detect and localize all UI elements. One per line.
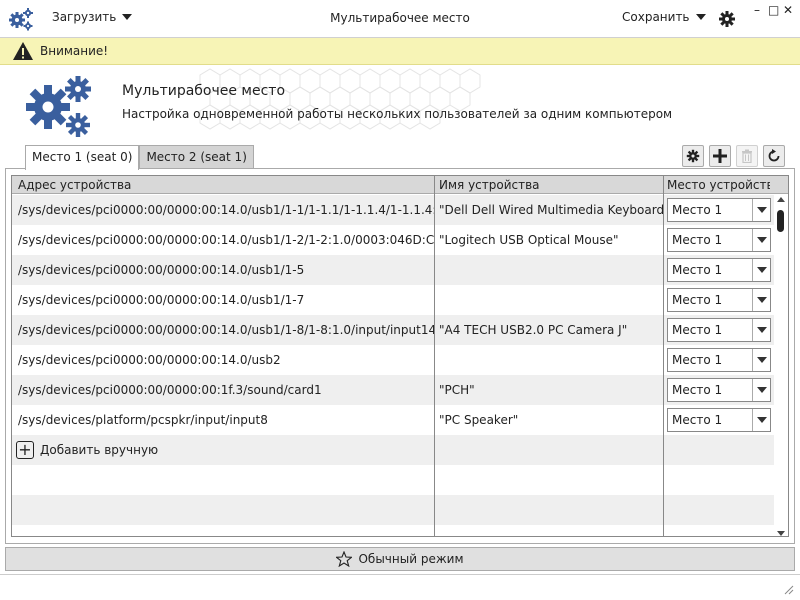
device-name: "PC Speaker": [439, 413, 519, 427]
chevron-down-icon: [752, 199, 770, 221]
empty-row: [12, 465, 774, 495]
scroll-up-icon[interactable]: [777, 197, 785, 202]
device-name: "A4 TECH USB2.0 PC Camera J": [439, 323, 628, 337]
page-header: Мультирабочее место Настройка одновремен…: [0, 65, 800, 145]
table-row[interactable]: /sys/devices/pci0000:00/0000:00:14.0/usb…: [12, 225, 774, 255]
normal-mode-label: Обычный режим: [358, 552, 464, 566]
page-subtitle: Настройка одновременной работы нескольки…: [122, 107, 673, 121]
seat-select-value: Место 1: [672, 413, 723, 427]
chevron-down-icon: [752, 289, 770, 311]
table-row[interactable]: /sys/devices/pci0000:00/0000:00:14.0/usb…: [12, 285, 774, 315]
trash-icon: [742, 149, 752, 163]
minimize-icon[interactable]: –: [754, 4, 760, 16]
device-name: "Logitech USB Optical Mouse": [439, 233, 619, 247]
star-icon: [336, 551, 353, 567]
empty-row: [12, 495, 774, 525]
chevron-down-icon: [752, 229, 770, 251]
tab-seat-2[interactable]: Место 2 (seat 1): [139, 145, 254, 169]
chevron-down-icon: [752, 379, 770, 401]
scroll-down-icon[interactable]: [777, 531, 785, 536]
seat-tabs: Место 1 (seat 0) Место 2 (seat 1): [25, 145, 254, 170]
seat-toolbar: [682, 145, 785, 167]
device-address: /sys/devices/pci0000:00/0000:00:14.0/usb…: [18, 323, 434, 337]
seat-select[interactable]: Место 1: [667, 378, 771, 402]
device-address: /sys/devices/pci0000:00/0000:00:14.0/usb…: [18, 263, 305, 277]
table-body: /sys/devices/pci0000:00/0000:00:14.0/usb…: [12, 195, 774, 536]
tab-seat-1[interactable]: Место 1 (seat 0): [25, 145, 140, 170]
table-row[interactable]: /sys/devices/pci0000:00/0000:00:14.0/usb…: [12, 255, 774, 285]
device-address: /sys/devices/pci0000:00/0000:00:1f.3/sou…: [18, 383, 322, 397]
seat-select-value: Место 1: [672, 203, 723, 217]
table-row[interactable]: /sys/devices/pci0000:00/0000:00:14.0/usb…: [12, 195, 774, 225]
maximize-icon[interactable]: □: [768, 4, 779, 16]
plus-icon: [713, 149, 727, 163]
seat-select[interactable]: Место 1: [667, 408, 771, 432]
scroll-thumb[interactable]: [777, 210, 784, 232]
add-manual-label: Добавить вручную: [40, 443, 159, 457]
device-address: /sys/devices/pci0000:00/0000:00:14.0/usb…: [18, 353, 281, 367]
seat-select-value: Место 1: [672, 323, 723, 337]
warning-text: Внимание!: [40, 44, 109, 58]
table-header: Адрес устройства Имя устройства Место ус…: [12, 176, 788, 194]
table-row[interactable]: /sys/devices/pci0000:00/0000:00:14.0/usb…: [12, 345, 774, 375]
seat-select-value: Место 1: [672, 293, 723, 307]
column-header-seat[interactable]: Место устройства: [667, 178, 770, 192]
chevron-down-icon: [695, 14, 706, 20]
table-row[interactable]: /sys/devices/pci0000:00/0000:00:1f.3/sou…: [12, 375, 774, 405]
save-menu-button[interactable]: Сохранить: [622, 10, 706, 24]
settings-gear-icon[interactable]: [718, 10, 736, 28]
seat-select[interactable]: Место 1: [667, 348, 771, 372]
gears-icon: [26, 76, 91, 137]
add-manual-row[interactable]: + Добавить вручную: [12, 435, 774, 465]
refresh-button[interactable]: [763, 145, 785, 167]
seat-select-value: Место 1: [672, 383, 723, 397]
column-divider: [434, 176, 435, 536]
seat-select-value: Место 1: [672, 353, 723, 367]
device-address: /sys/devices/pci0000:00/0000:00:14.0/usb…: [18, 203, 434, 217]
chevron-down-icon: [752, 349, 770, 371]
table-row[interactable]: /sys/devices/pci0000:00/0000:00:14.0/usb…: [12, 315, 774, 345]
table-row[interactable]: /sys/devices/platform/pcspkr/input/input…: [12, 405, 774, 435]
chevron-down-icon: [752, 319, 770, 341]
device-address: /sys/devices/pci0000:00/0000:00:14.0/usb…: [18, 293, 305, 307]
plus-box-icon: +: [16, 441, 34, 459]
device-name: "Dell Dell Wired Multimedia Keyboard": [439, 203, 665, 217]
hexagon-pattern: [199, 68, 481, 130]
device-address: /sys/devices/pci0000:00/0000:00:14.0/usb…: [18, 233, 434, 247]
add-manual-button[interactable]: + Добавить вручную: [12, 435, 774, 465]
column-header-address[interactable]: Адрес устройства: [18, 178, 434, 192]
warning-icon: [13, 42, 33, 60]
empty-row: [12, 525, 774, 536]
refresh-icon: [768, 149, 780, 162]
device-address: /sys/devices/platform/pcspkr/input/input…: [18, 413, 268, 427]
close-icon[interactable]: ✕: [783, 4, 793, 16]
seat-select-value: Место 1: [672, 263, 723, 277]
seat-select-value: Место 1: [672, 233, 723, 247]
devices-panel: Адрес устройства Имя устройства Место ус…: [5, 168, 795, 544]
status-bar: [0, 574, 800, 600]
vertical-scrollbar[interactable]: [774, 195, 788, 536]
gear-icon: [686, 149, 700, 163]
seat-select[interactable]: Место 1: [667, 288, 771, 312]
warning-banner: Внимание!: [0, 38, 800, 65]
normal-mode-button[interactable]: Обычный режим: [5, 547, 795, 571]
column-header-name[interactable]: Имя устройства: [439, 178, 665, 192]
seat-select[interactable]: Место 1: [667, 198, 771, 222]
chevron-down-icon: [752, 259, 770, 281]
column-divider: [663, 176, 664, 536]
seat-select[interactable]: Место 1: [667, 258, 771, 282]
chevron-down-icon: [752, 409, 770, 431]
device-name: "PCH": [439, 383, 475, 397]
add-seat-button[interactable]: [709, 145, 731, 167]
seat-select[interactable]: Место 1: [667, 318, 771, 342]
page-title: Мультирабочее место: [122, 83, 286, 99]
seat-select[interactable]: Место 1: [667, 228, 771, 252]
title-bar: Загрузить Мультирабочее место Сохранить …: [0, 0, 800, 38]
delete-seat-button[interactable]: [736, 145, 758, 167]
resize-grip-icon[interactable]: [784, 585, 794, 595]
devices-table: Адрес устройства Имя устройства Место ус…: [11, 175, 789, 537]
seat-settings-button[interactable]: [682, 145, 704, 167]
save-menu-label: Сохранить: [622, 10, 690, 24]
